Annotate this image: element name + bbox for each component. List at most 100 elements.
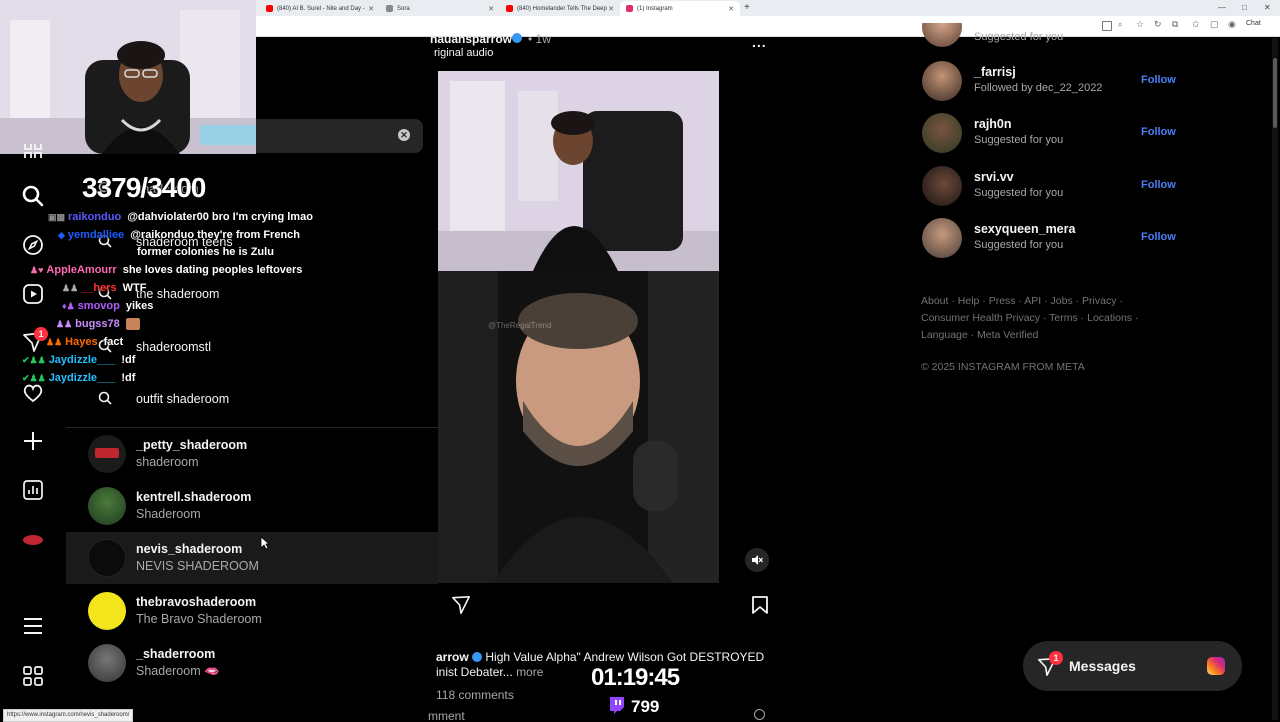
suggestion-subtitle: Followed by dec_22_2022 [974,82,1103,94]
share-icon[interactable] [451,595,471,615]
follow-button[interactable]: Follow [1141,74,1176,86]
footer-links[interactable]: About · Help · Press · API · Jobs · Priv… [921,295,1123,307]
maximize-button[interactable]: □ [1242,3,1247,12]
chat-message: ▣▩ raikonduo @dahviolater00 bro I'm crying… [48,211,313,223]
dashboard-icon[interactable] [20,477,46,503]
chat-text: !df [121,372,136,384]
footer-links[interactable]: Consumer Health Privacy · Terms · Locati… [921,312,1138,324]
suggestion-username[interactable]: _farrisj [974,65,1016,79]
chat-username: smovop [77,300,120,312]
chat-text: yikes [125,300,154,312]
chat-text: WTF [122,282,147,294]
follow-button[interactable]: Follow [1141,231,1176,243]
avatar [88,644,126,682]
suggestion-username[interactable]: sexyqueen_mera [974,222,1075,236]
suggestion-item[interactable]: srvi.vv Suggested for you Follow [922,164,1182,208]
result-name: Shaderoom 🫦 [136,664,220,678]
verified-icon [512,33,522,43]
create-icon[interactable] [20,428,46,454]
search-result[interactable]: _petty_shaderoom shaderoom [66,428,438,480]
profile-avatar-icon[interactable] [20,527,46,553]
verified-icon [472,652,483,662]
post-author[interactable]: hauansparrow [430,32,512,46]
youtube-icon [506,5,513,12]
close-tab-icon[interactable]: ✕ [728,5,734,13]
close-tab-icon[interactable]: ✕ [488,5,494,13]
search-result[interactable]: kentrell.shaderoom Shaderoom [66,480,438,532]
profile-icon[interactable]: ◉ [1228,19,1236,30]
search-result[interactable]: nevis_shaderoom NEVIS SHADEROOM [66,532,438,584]
caption-more-link[interactable]: more [516,665,543,679]
suggestion-subtitle: Suggested for you [974,239,1064,251]
browser-tab-bar: (840) AI B. Surel - Nite and Day - ✕ Sor… [256,0,1280,16]
suggestion-item[interactable]: rajh0n Suggested for you Follow [922,111,1182,155]
search-result[interactable]: _shaderroom Shaderoom 🫦 [66,637,438,689]
close-tab-icon[interactable]: ✕ [368,5,374,13]
more-apps-icon[interactable] [20,663,46,689]
mute-button[interactable] [745,548,769,572]
badge-icon: ♟♟ [62,283,79,293]
caption-author[interactable]: arrow [436,650,469,664]
status-url: https://www.instagram.com/nevis_shaderoo… [3,709,134,722]
chat-username: raikonduo [68,211,122,223]
scrollbar[interactable] [1272,38,1278,720]
explore-icon[interactable] [20,232,46,258]
chat-message: ◆ yemdalliee @raikonduo they're from Frenc… [58,229,300,241]
search-icon[interactable] [20,183,46,209]
badge-icon: ✔♟♟ [22,373,46,383]
avatar [922,113,962,153]
post-options-icon[interactable]: ... [752,34,767,50]
search-input[interactable]: ✕ [256,119,423,153]
messages-icon[interactable]: 1 [20,327,48,355]
mouse-cursor-icon [260,536,270,550]
badge-icon: ✔♟♟ [22,355,46,365]
badge-icon: ♟♟ [46,337,63,347]
webcam-feed [0,0,256,154]
recent-search-item[interactable]: outfit shaderoom [66,385,438,415]
browser-tab[interactable]: Sora ✕ [380,1,500,16]
post-audio[interactable]: riginal audio [434,47,493,59]
browser-tab-active[interactable]: (1) Instagram ✕ [620,1,740,16]
messages-button[interactable]: 1 Messages [1023,641,1242,691]
search-result[interactable]: thebravoshaderoom The Bravo Shaderoom [66,585,438,637]
post-video-frame [438,71,719,583]
reels-icon[interactable] [20,281,46,307]
new-tab-button[interactable]: + [744,2,750,13]
favorites-icon[interactable]: ✩ [1192,19,1200,30]
close-tab-icon[interactable]: ✕ [608,5,614,13]
suggestion-username[interactable]: srvi.vv [974,170,1014,184]
minimize-button[interactable]: — [1218,3,1226,12]
view-comments-link[interactable]: 118 comments [436,688,514,702]
chat-text: she loves dating peoples leftovers [122,264,303,276]
footer-links[interactable]: Language · Meta Verified [921,329,1038,341]
suggestion-username[interactable]: rajh0n [974,117,1012,131]
suggestion-item[interactable]: Suggested for you [922,23,1182,49]
avatar [922,218,962,258]
follow-button[interactable]: Follow [1141,126,1176,138]
badge-icon: ♦♟ [62,301,75,311]
collections-icon[interactable]: ▢ [1210,19,1219,30]
chat-username: Jaydizzle___ [48,354,116,366]
chat-text: @raikonduo they're from French [130,229,300,241]
follow-button[interactable]: Follow [1141,179,1176,191]
suggestion-item[interactable]: sexyqueen_mera Suggested for you Follow [922,216,1182,260]
save-icon[interactable] [751,595,769,615]
scrollbar-thumb[interactable] [1273,58,1277,128]
add-comment-input[interactable]: mment [428,709,465,720]
clear-search-icon[interactable]: ✕ [398,129,410,141]
emoji-icon[interactable] [754,709,765,720]
close-window-button[interactable]: ✕ [1264,3,1271,12]
grid-icon[interactable] [20,144,46,158]
avatar [88,592,126,630]
tab-label: (840) Homelander Tells The Deep [517,5,607,12]
post-video[interactable]: @TheRegalTrend [438,71,719,583]
copilot-button[interactable]: Chat [1246,20,1261,27]
chat-message: ♟♥ AppleAmourr she loves dating peoples le… [30,264,302,276]
menu-icon[interactable] [20,613,46,639]
suggestion-item[interactable]: _farrisj Followed by dec_22_2022 Follow [922,59,1182,103]
suggestion-subtitle: Suggested for you [974,31,1064,43]
chat-message: ♟♟ bugss78 [56,318,140,331]
browser-tab[interactable]: (840) AI B. Surel - Nite and Day - ✕ [260,1,380,16]
browser-tab[interactable]: (840) Homelander Tells The Deep ✕ [500,1,620,16]
result-username: nevis_shaderoom [136,542,243,556]
